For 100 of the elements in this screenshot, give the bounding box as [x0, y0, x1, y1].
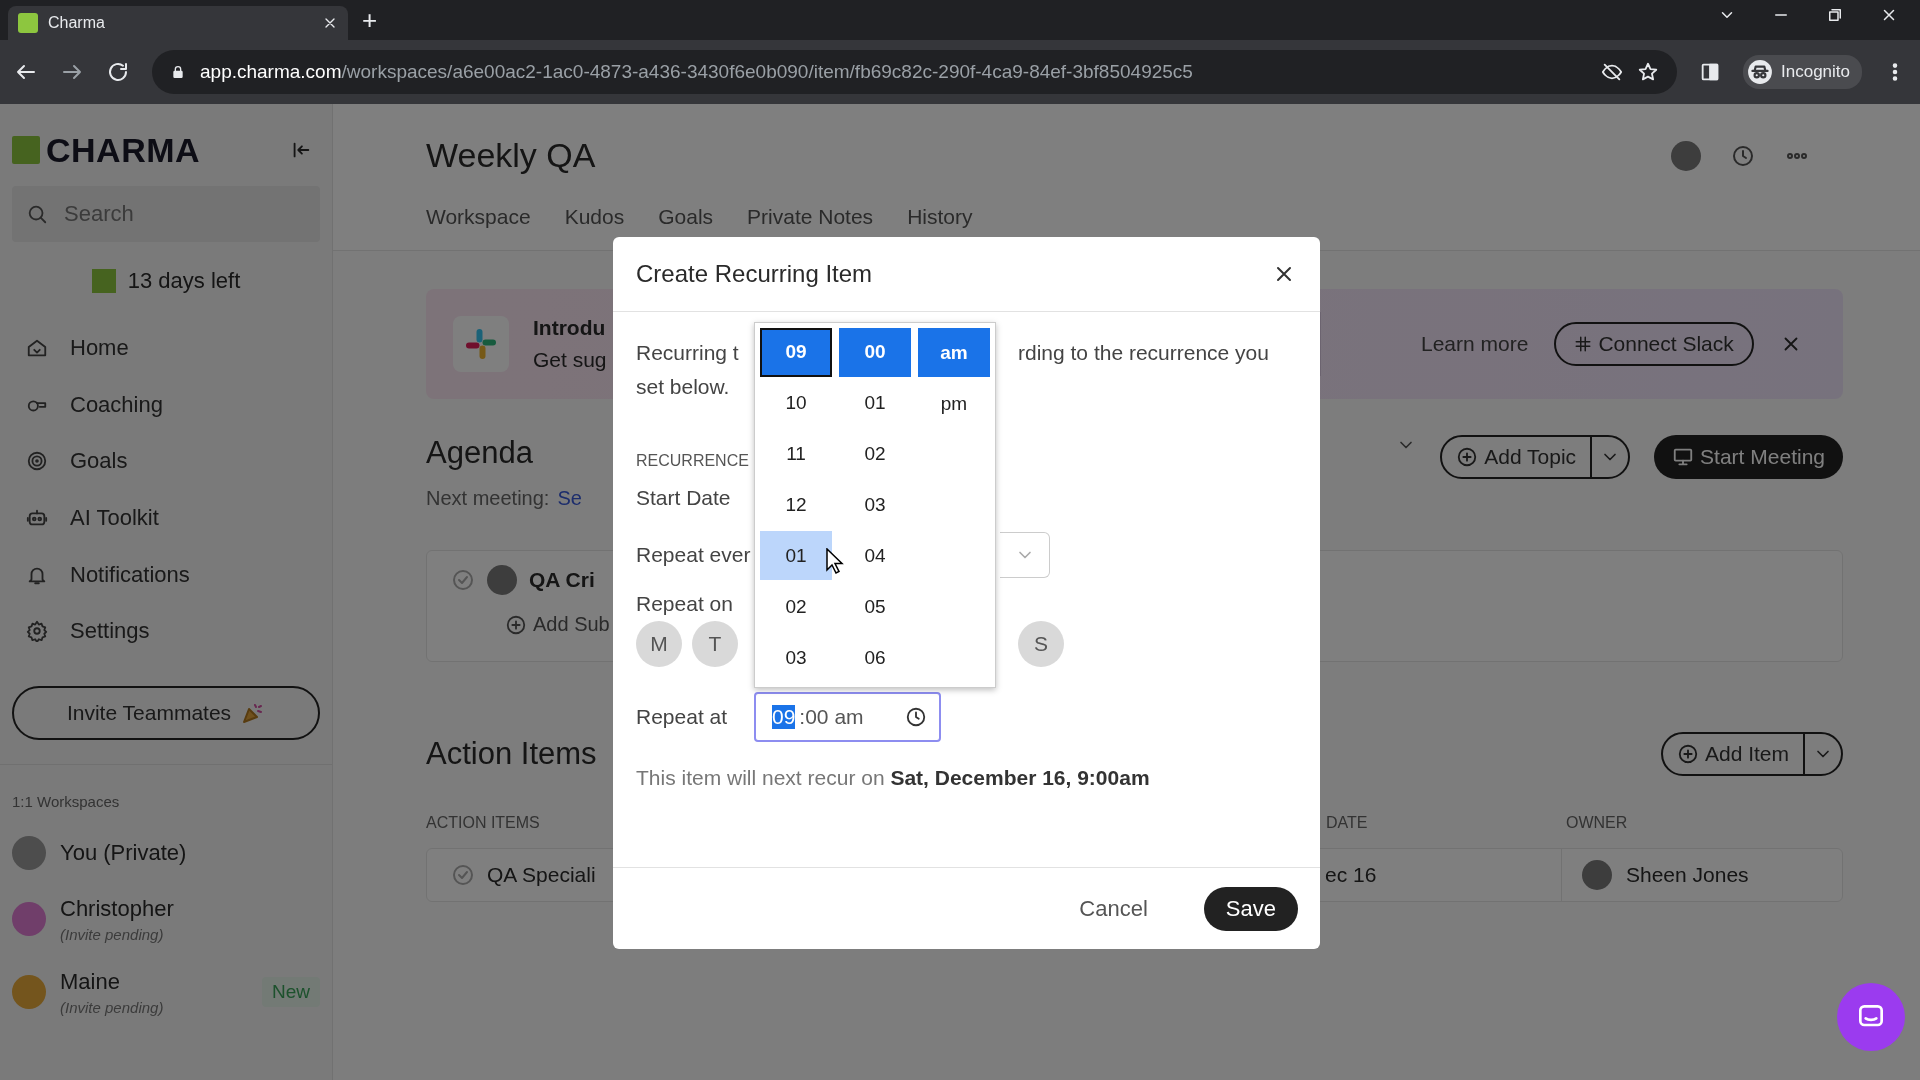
- intro-text: Recurring t: [636, 341, 740, 365]
- check-circle-icon[interactable]: [451, 863, 475, 887]
- restore-icon[interactable]: [1826, 6, 1844, 24]
- search-icon: [26, 203, 48, 225]
- intro-text: rding to the recurrence you: [1018, 341, 1270, 365]
- check-circle-icon[interactable]: [451, 568, 475, 592]
- weekday-toggle[interactable]: T: [692, 621, 738, 667]
- reload-icon[interactable]: [106, 60, 130, 84]
- time-option[interactable]: 06: [839, 633, 911, 682]
- table-cell: QA Speciali: [487, 863, 596, 887]
- logo-text: CHARMA: [46, 130, 201, 170]
- tab[interactable]: History: [907, 205, 973, 229]
- time-option[interactable]: 03: [760, 633, 832, 682]
- plus-circle-icon: [1456, 446, 1479, 468]
- field-label: Repeat ever: [636, 543, 752, 567]
- learn-more-link[interactable]: Learn more: [1421, 332, 1529, 356]
- eye-off-icon[interactable]: [1601, 61, 1623, 83]
- new-badge: New: [262, 977, 320, 1008]
- time-option[interactable]: 11: [760, 429, 832, 479]
- section-title: Agenda: [426, 435, 534, 471]
- time-option[interactable]: 12: [760, 480, 832, 530]
- intro-text: set below.: [636, 375, 730, 399]
- time-option[interactable]: 00: [839, 328, 911, 377]
- time-option[interactable]: 02: [760, 582, 832, 632]
- section-heading: 1:1 Workspaces: [12, 792, 121, 810]
- add-item-button[interactable]: Add Item: [1660, 732, 1843, 776]
- tab[interactable]: Kudos: [564, 205, 625, 229]
- target-icon: [26, 450, 48, 473]
- invite-button[interactable]: Invite Teammates: [12, 685, 320, 740]
- column-header: ACTION ITEMS: [426, 814, 541, 832]
- trial-status: 13 days left: [127, 268, 241, 294]
- nav-item[interactable]: Coaching: [12, 376, 320, 434]
- save-button[interactable]: Save: [1203, 886, 1298, 931]
- time-option[interactable]: 03: [839, 480, 911, 530]
- star-icon[interactable]: [1637, 61, 1659, 83]
- tab[interactable]: Workspace: [426, 205, 531, 229]
- topic-title: QA Cri: [529, 568, 595, 592]
- address-bar[interactable]: app.charma.com/workspaces/a6e00ac2-1ac0-4873-a436-3430f6e0b090/item/fb69c82c-290f-4ca9-84ef-3bf8504925c5: [152, 50, 1677, 94]
- time-option[interactable]: am: [918, 328, 990, 377]
- nav-item[interactable]: Notifications: [12, 546, 320, 603]
- cancel-button[interactable]: Cancel: [1073, 894, 1154, 923]
- time-field[interactable]: 09 :00 am: [754, 692, 941, 742]
- add-subtopic-button[interactable]: Add Sub: [451, 613, 614, 636]
- hash-icon: [1574, 335, 1593, 353]
- tab[interactable]: Goals: [658, 205, 714, 229]
- page-title: Weekly QA: [426, 136, 597, 175]
- next-recurrence-text: This item will next recur on Sat, December 16, 9:00am: [636, 766, 1151, 790]
- slack-logo-icon: [453, 316, 509, 372]
- table-cell: Sheen Jones: [1626, 863, 1749, 887]
- time-option[interactable]: 10: [760, 378, 832, 428]
- badge-icon: [91, 269, 116, 293]
- workspace-item[interactable]: You (Private): [12, 835, 320, 870]
- table-cell-text: ec 16: [1324, 863, 1378, 887]
- side-panel-icon[interactable]: [1699, 61, 1721, 83]
- time-option[interactable]: 02: [839, 429, 911, 479]
- logo-mark: [12, 136, 40, 164]
- avatar: [1582, 860, 1612, 890]
- nav-item[interactable]: AI Toolkit: [12, 489, 320, 547]
- banner-title: Introdu: [533, 316, 607, 340]
- add-topic-button[interactable]: Add Topic: [1440, 435, 1631, 479]
- weekday-toggle[interactable]: M: [636, 621, 682, 667]
- field-label: Repeat on: [636, 592, 733, 616]
- browser-tab[interactable]: Charma: [8, 6, 348, 40]
- avatar[interactable]: [1671, 140, 1701, 171]
- clock-icon[interactable]: [905, 706, 927, 728]
- section-title: Action Items: [426, 736, 598, 772]
- time-option[interactable]: 01: [760, 531, 832, 581]
- gear-icon: [26, 620, 48, 643]
- time-option[interactable]: 01: [839, 378, 911, 428]
- lock-icon: [170, 64, 186, 80]
- search-input[interactable]: Search: [64, 194, 306, 234]
- incognito-button[interactable]: Incognito: [1743, 55, 1862, 89]
- nav-item[interactable]: Settings: [12, 602, 320, 660]
- next-meeting-link[interactable]: Se: [557, 487, 582, 510]
- nav-item[interactable]: Goals: [12, 433, 320, 490]
- time-option[interactable]: 09: [760, 328, 832, 377]
- new-tab-button[interactable]: +: [362, 5, 378, 36]
- time-option[interactable]: 05: [839, 582, 911, 632]
- favicon: [18, 13, 38, 33]
- next-meeting-label: Next meeting:: [426, 487, 550, 510]
- start-meeting-button[interactable]: Start Meeting: [1654, 435, 1843, 479]
- search-field[interactable]: Search: [12, 186, 320, 242]
- banner-text: Get sug: [533, 348, 607, 372]
- column-header: OWNER: [1566, 814, 1629, 832]
- tab[interactable]: Private Notes: [747, 205, 874, 229]
- monitor-icon: [1672, 446, 1695, 468]
- field-label: Start Date: [636, 486, 731, 510]
- plus-circle-icon: [505, 613, 527, 636]
- time-option[interactable]: pm: [918, 379, 990, 428]
- incognito-icon: [1747, 59, 1773, 85]
- section-label: RECURRENCE: [636, 452, 749, 470]
- dialog-title: Create Recurring Item: [636, 260, 873, 288]
- field-label: Repeat at: [636, 705, 729, 729]
- workspace-item[interactable]: Maine (Invite pending) New: [12, 968, 320, 1016]
- nav-item[interactable]: Home: [12, 320, 320, 377]
- cursor-icon: [826, 548, 844, 574]
- connect-slack-button[interactable]: Connect Slack: [1554, 322, 1754, 366]
- plus-circle-icon: [1676, 743, 1699, 765]
- workspace-item[interactable]: Christopher (Invite pending): [12, 895, 320, 943]
- weekday-toggle[interactable]: S: [1018, 621, 1064, 667]
